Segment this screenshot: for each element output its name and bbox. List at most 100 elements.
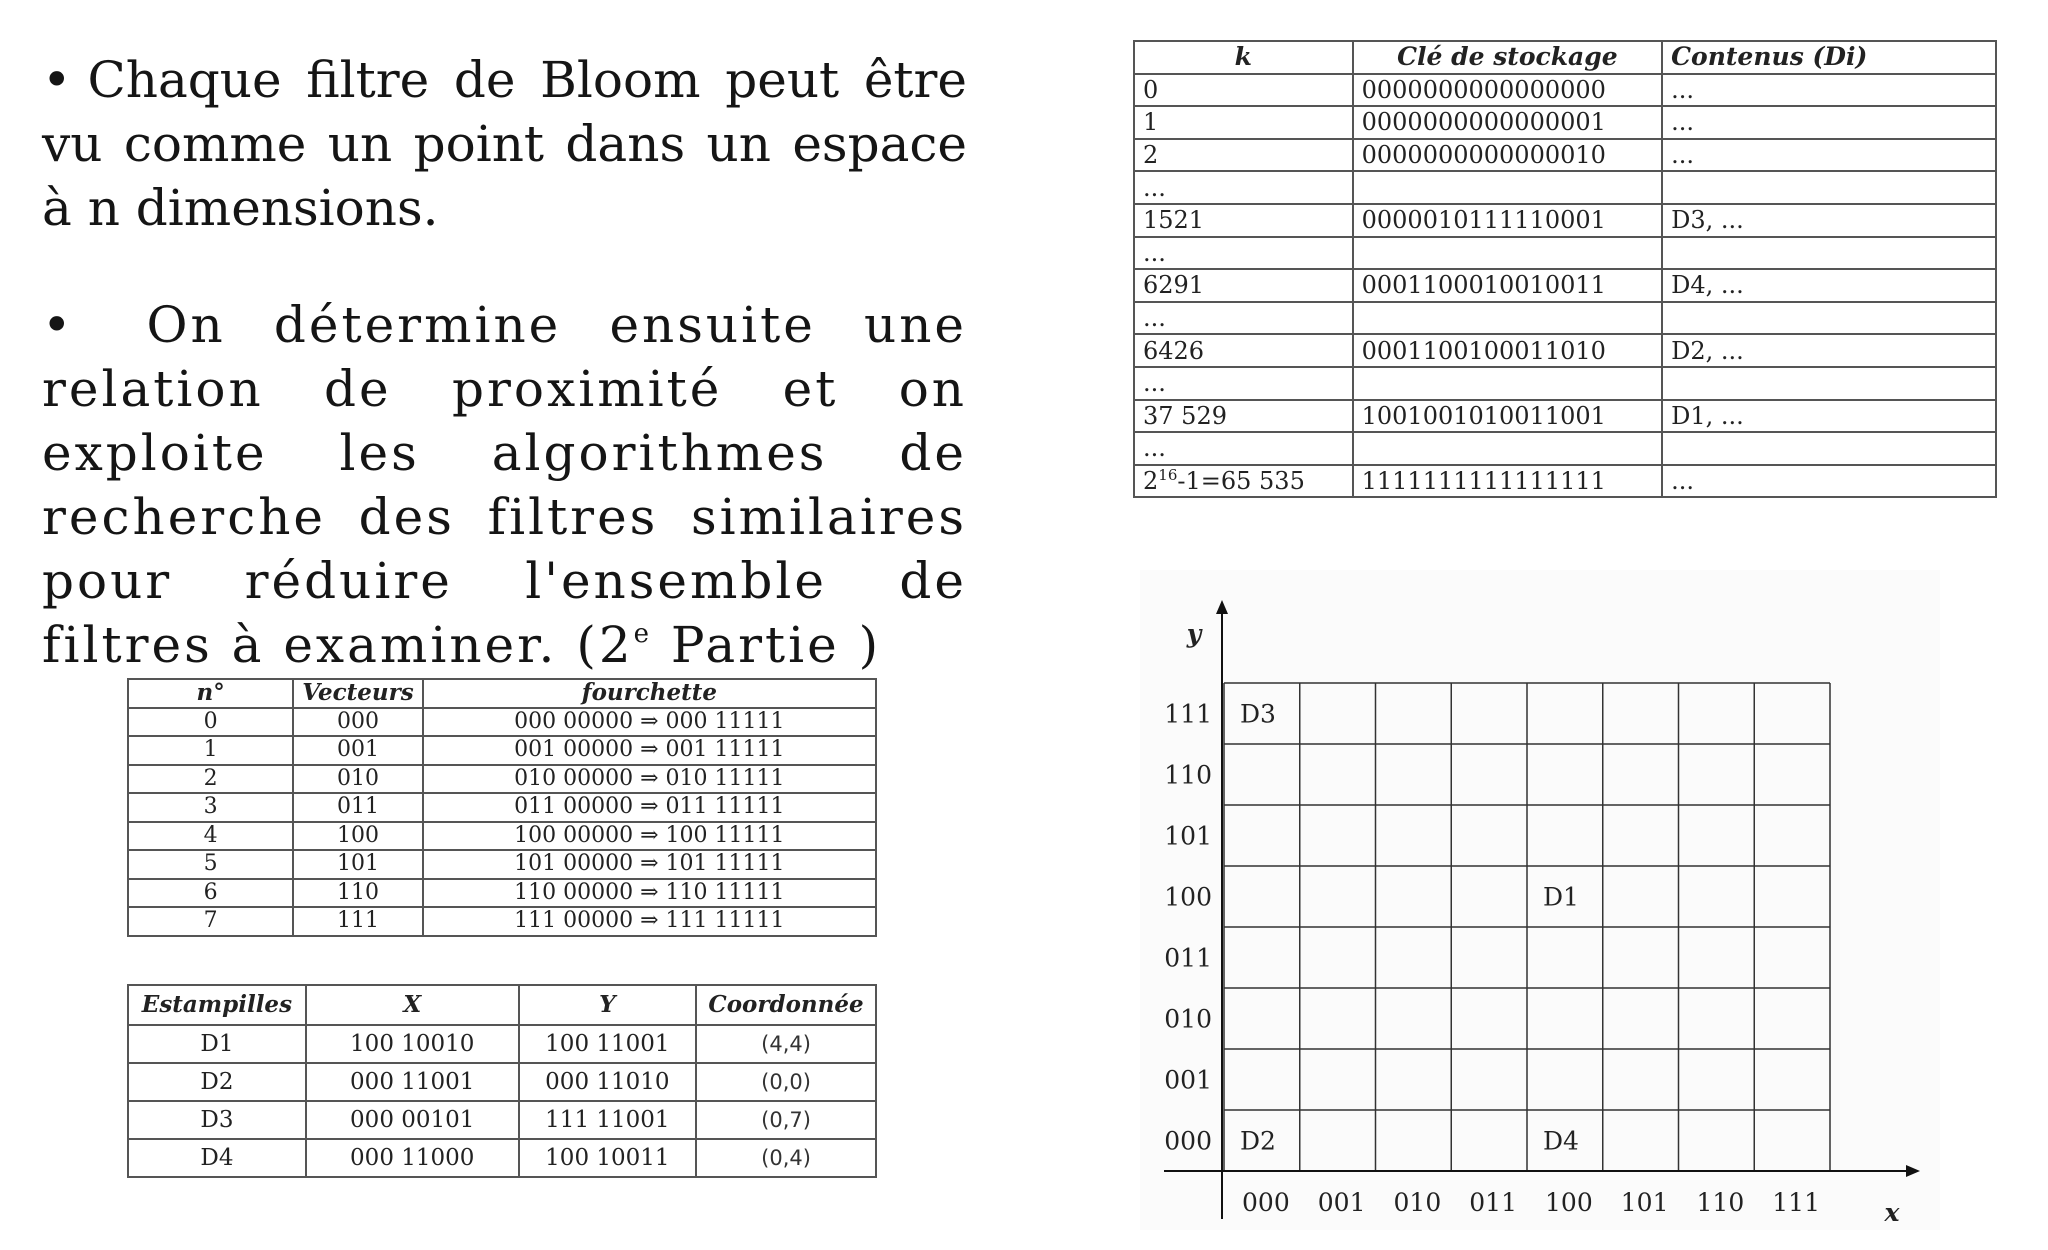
bullet-dot: • [42, 296, 75, 354]
table-cell: 110 [292, 877, 424, 908]
table-cell: ... [1133, 170, 1354, 205]
table-cell: D1 [127, 1024, 307, 1064]
column-header: X [304, 984, 520, 1026]
table-cell: 0001100010010011 [1351, 268, 1664, 303]
last-k-exponent: 16 [1158, 466, 1178, 485]
table-cell: 6426 [1133, 333, 1354, 368]
table-cell: 0000000000000001 [1351, 105, 1664, 140]
table-cell: 1 [1133, 105, 1354, 140]
table-cell: ... [1661, 72, 1997, 108]
y-tick-label: 000 [1164, 1127, 1212, 1156]
table-cell: 1521 [1133, 202, 1354, 238]
table-cell: 0000000000000010 [1351, 137, 1664, 173]
table-cell: 000 11010 [517, 1062, 698, 1102]
bullet-2: • On détermine ensuite une relation de pr… [42, 293, 967, 677]
table-cell: 0000010111110001 [1351, 202, 1664, 238]
table-cell: 000 00101 [304, 1100, 520, 1140]
vector-range-table: n° Vecteurs fourchette 0 000 000 00000 ⇒ 0… [126, 678, 878, 937]
column-header: Vecteurs [292, 678, 424, 709]
table-cell: (0,7) [695, 1100, 877, 1140]
last-k-rest: -1=65 535 [1177, 467, 1305, 496]
table-cell: 5 [126, 849, 295, 880]
y-tick-label: 110 [1164, 761, 1212, 790]
last-k-base: 2 [1143, 467, 1159, 496]
table-cell: 110 00000 ⇒ 110 11111 [421, 877, 878, 908]
table-row: 6426 0001100100011010 D2, ... [1133, 333, 1997, 368]
table-cell: 4 [126, 820, 295, 851]
table-cell: 0 [126, 706, 295, 737]
grid-point-label: D3 [1240, 700, 1276, 729]
table-row: 0 000 000 00000 ⇒ 000 11111 [126, 706, 878, 737]
table-cell: D3 [127, 1100, 307, 1140]
table-cell: 101 00000 ⇒ 101 11111 [421, 849, 878, 880]
table-cell: 0000000000000000 [1351, 72, 1664, 108]
table-row: ... [1133, 170, 1997, 205]
table-cell: 3 [126, 792, 295, 823]
y-axis-label: y [1186, 619, 1203, 648]
coordinate-grid-panel: y x 111 110 101 100 011 010 001 000 000 001 010 011 10… [1140, 570, 1940, 1230]
column-header: k [1133, 40, 1354, 75]
table-row: 1 001 001 00000 ⇒ 001 11111 [126, 735, 878, 766]
table-cell [1661, 365, 1997, 401]
table-cell: 101 [292, 849, 424, 880]
table-row: 2 010 010 00000 ⇒ 010 11111 [126, 763, 878, 794]
y-tick-label: 101 [1164, 822, 1212, 851]
table-cell: 100 00000 ⇒ 100 11111 [421, 820, 878, 851]
table-cell: ... [1133, 300, 1354, 336]
bullet-dot: • [42, 51, 72, 109]
table-row: ... [1133, 235, 1997, 271]
bullet-2-tail: Partie ) [652, 616, 882, 674]
table-cell [1661, 235, 1997, 271]
x-tick-label: 110 [1697, 1188, 1745, 1217]
table-cell: ... [1133, 431, 1354, 466]
table-row: 7 111 111 00000 ⇒ 111 11111 [126, 906, 878, 937]
table-cell: 0001100100011010 [1351, 333, 1664, 368]
y-axis-arrow-icon [1216, 600, 1228, 614]
table-cell: ... [1661, 137, 1997, 173]
table-row: ... [1133, 431, 1997, 466]
table-header-row: Estampilles X Y Coordonnée [127, 984, 877, 1026]
table-cell: 010 [292, 763, 424, 794]
column-header: Estampilles [127, 984, 307, 1026]
x-axis-arrow-icon [1906, 1165, 1920, 1177]
x-tick-label: 010 [1394, 1188, 1442, 1217]
table-cell: 1 [126, 735, 295, 766]
x-tick-label: 100 [1545, 1188, 1593, 1217]
table-cell: D2 [127, 1062, 307, 1102]
table-cell: 011 00000 ⇒ 011 11111 [421, 792, 878, 823]
table-cell: (0,0) [695, 1062, 877, 1102]
coordinate-grid: y x 111 110 101 100 011 010 001 000 000 001 010 011 10… [1164, 600, 1920, 1227]
table-row: 3 011 011 00000 ⇒ 011 11111 [126, 792, 878, 823]
table-row: 0 0000000000000000... [1133, 72, 1997, 108]
table-cell: 6291 [1133, 268, 1354, 303]
table-row: 4 100 100 00000 ⇒ 100 11111 [126, 820, 878, 851]
table-cell: 100 10011 [517, 1138, 698, 1178]
table-cell [1351, 170, 1664, 205]
table-row: 37 529 1001001010011001 D1, ... [1133, 398, 1997, 434]
table-cell: (4,4) [695, 1024, 877, 1064]
table-header-row: k Clé de stockage Contenus (Di) [1133, 40, 1997, 75]
x-tick-label: 011 [1469, 1188, 1517, 1217]
x-tick-label: 111 [1772, 1188, 1820, 1217]
table-cell [1351, 431, 1664, 466]
table-cell: (0,4) [695, 1138, 877, 1178]
table-cell: 111 11001 [517, 1100, 698, 1140]
table-cell: D3, ... [1661, 202, 1997, 238]
grid-point-label: D4 [1543, 1127, 1579, 1156]
table-row: 2 0000000000000010... [1133, 137, 1997, 173]
y-tick-label: 111 [1164, 700, 1212, 729]
table-cell [1661, 431, 1997, 466]
table-cell: ... [1133, 365, 1354, 401]
grid-point-label: D2 [1240, 1127, 1276, 1156]
table-cell: 100 [292, 820, 424, 851]
table-cell [1351, 300, 1664, 336]
table-cell: 100 10010 [304, 1024, 520, 1064]
table-cell: 001 [292, 735, 424, 766]
table-cell: ... [1661, 105, 1997, 140]
column-header: Contenus (Di) [1661, 40, 1997, 75]
y-tick-label: 010 [1164, 1005, 1212, 1034]
table-cell: 000 11001 [304, 1062, 520, 1102]
table-row: D2 000 11001 000 11010 (0,0) [127, 1062, 877, 1102]
table-row: 1 0000000000000001... [1133, 105, 1997, 140]
bullet-text-block: • Chaque filtre de Bloom peut être vu com… [42, 48, 967, 677]
